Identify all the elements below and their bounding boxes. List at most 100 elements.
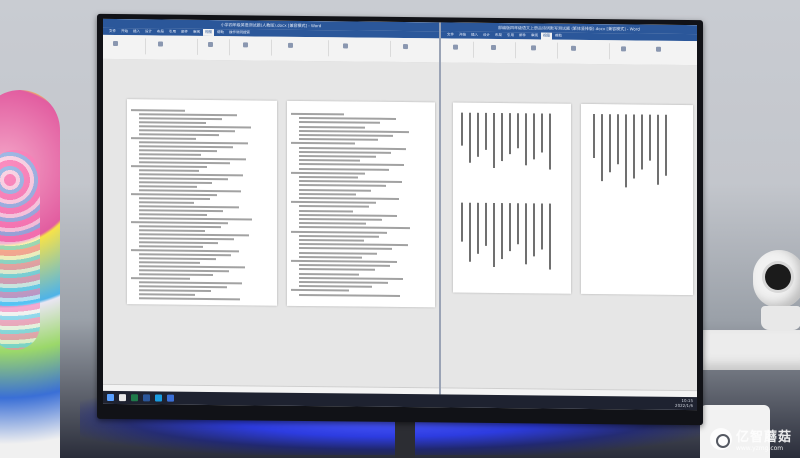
- text-line: [299, 213, 397, 217]
- vertical-text-column: [501, 203, 503, 260]
- security-camera: [745, 250, 800, 330]
- vertical-text-column: [485, 202, 487, 247]
- windows-start-icon[interactable]: [107, 393, 114, 402]
- text-line: [139, 253, 232, 257]
- vertical-text-column: [501, 113, 503, 162]
- ribbon-button[interactable]: [403, 44, 408, 50]
- text-line: [139, 157, 246, 161]
- system-tray-clock[interactable]: 10:15 2022/1/6: [675, 398, 693, 408]
- photo-scene: 小学四年级英语测试题(人教版).docx [兼容模式] - Word 文件 开始插…: [0, 0, 800, 458]
- vertical-text-column: [461, 202, 463, 242]
- app-icon[interactable]: [155, 394, 162, 402]
- ribbon-button[interactable]: [621, 46, 626, 52]
- text-line: [139, 145, 233, 149]
- text-line: [299, 205, 369, 209]
- text-line: [139, 241, 219, 245]
- text-line: [139, 153, 202, 156]
- vertical-text-column: [625, 114, 627, 188]
- text-line: [139, 261, 201, 264]
- vertical-text-column: [509, 113, 511, 155]
- text-line: [139, 173, 244, 177]
- text-line: [291, 112, 345, 116]
- vertical-text-column: [549, 113, 551, 170]
- ribbon-group: [443, 41, 474, 58]
- clock-date: 2022/1/6: [675, 402, 693, 408]
- text-line: [139, 213, 208, 216]
- text-line: [299, 293, 401, 297]
- text-line: [299, 154, 376, 158]
- ribbon-button[interactable]: [208, 41, 213, 48]
- vertical-text-column: [525, 203, 527, 265]
- text-line: [299, 196, 400, 200]
- text-line: [131, 193, 218, 197]
- vertical-text-column: [517, 203, 519, 244]
- ribbon-button[interactable]: [571, 45, 576, 51]
- text-line: [139, 189, 241, 193]
- ribbon-group: [559, 42, 610, 60]
- camera-head: [753, 250, 800, 308]
- text-line: [139, 177, 228, 181]
- text-line: [299, 238, 364, 242]
- text-line: [139, 169, 199, 172]
- search-icon[interactable]: [119, 394, 126, 402]
- text-line: [291, 259, 398, 263]
- text-line: [139, 117, 222, 121]
- text-line: [299, 255, 362, 259]
- ribbon-group: [199, 38, 230, 56]
- ribbon-button[interactable]: [656, 46, 661, 52]
- text-line: [299, 285, 373, 288]
- text-line: [299, 121, 381, 125]
- watermark-text: 亿智蘑菇 www.yzmg.com: [736, 426, 792, 452]
- text-line: [139, 201, 195, 204]
- ribbon-button[interactable]: [531, 45, 536, 51]
- text-line: [299, 133, 394, 137]
- text-line: [139, 225, 221, 229]
- document-page-1: [127, 99, 277, 306]
- word-icon[interactable]: [143, 394, 150, 402]
- text-line: [299, 272, 360, 276]
- text-line: [139, 205, 239, 209]
- word-window-left[interactable]: 小学四年级英语测试题(人教版).docx [兼容模式] - Word 文件 开始插…: [103, 18, 439, 395]
- text-line: [299, 264, 390, 268]
- word-window-right[interactable]: 部编版四年级语文上册古诗词默写测试题 (繁体竖排版).docx [兼容模式] -…: [441, 22, 697, 398]
- ribbon-button[interactable]: [343, 43, 348, 49]
- ribbon-button[interactable]: [243, 42, 248, 48]
- ribbon-button[interactable]: [453, 44, 458, 50]
- text-line: [299, 125, 366, 129]
- text-line: [139, 257, 216, 261]
- ribbon-button[interactable]: [158, 41, 163, 47]
- text-line: [139, 269, 229, 273]
- text-line: [299, 150, 392, 154]
- app-icon[interactable]: [167, 394, 174, 402]
- watermark: 亿智蘑菇 www.yzmg.com: [709, 426, 792, 452]
- ribbon-button[interactable]: [288, 42, 293, 48]
- text-line: [139, 217, 252, 221]
- text-line: [139, 237, 234, 241]
- text-line: [139, 161, 231, 165]
- ribbon-group: [147, 38, 198, 55]
- vertical-text-column: [649, 114, 651, 162]
- decorative-vase: [0, 90, 60, 458]
- document-page-vertical-2: [581, 103, 693, 296]
- app-icon[interactable]: [131, 394, 138, 402]
- text-line: [299, 234, 380, 238]
- vertical-text-column: [641, 114, 643, 170]
- document-area[interactable]: [103, 58, 439, 395]
- camera-lens: [765, 264, 791, 290]
- text-line: [299, 180, 402, 184]
- ribbon-button[interactable]: [113, 40, 118, 47]
- document-area[interactable]: [441, 62, 697, 398]
- vertical-text-column: [617, 114, 619, 164]
- ribbon-button[interactable]: [491, 44, 496, 51]
- vertical-text-column: [609, 114, 611, 173]
- text-line: [139, 289, 211, 293]
- text-line: [299, 280, 388, 284]
- text-line: [299, 276, 403, 280]
- text-line: [291, 171, 366, 175]
- text-line: [139, 133, 220, 137]
- text-line: [299, 167, 389, 171]
- text-line: [139, 265, 245, 269]
- text-line: [299, 188, 371, 192]
- text-line: [131, 249, 239, 253]
- vertical-text-column: [533, 113, 535, 160]
